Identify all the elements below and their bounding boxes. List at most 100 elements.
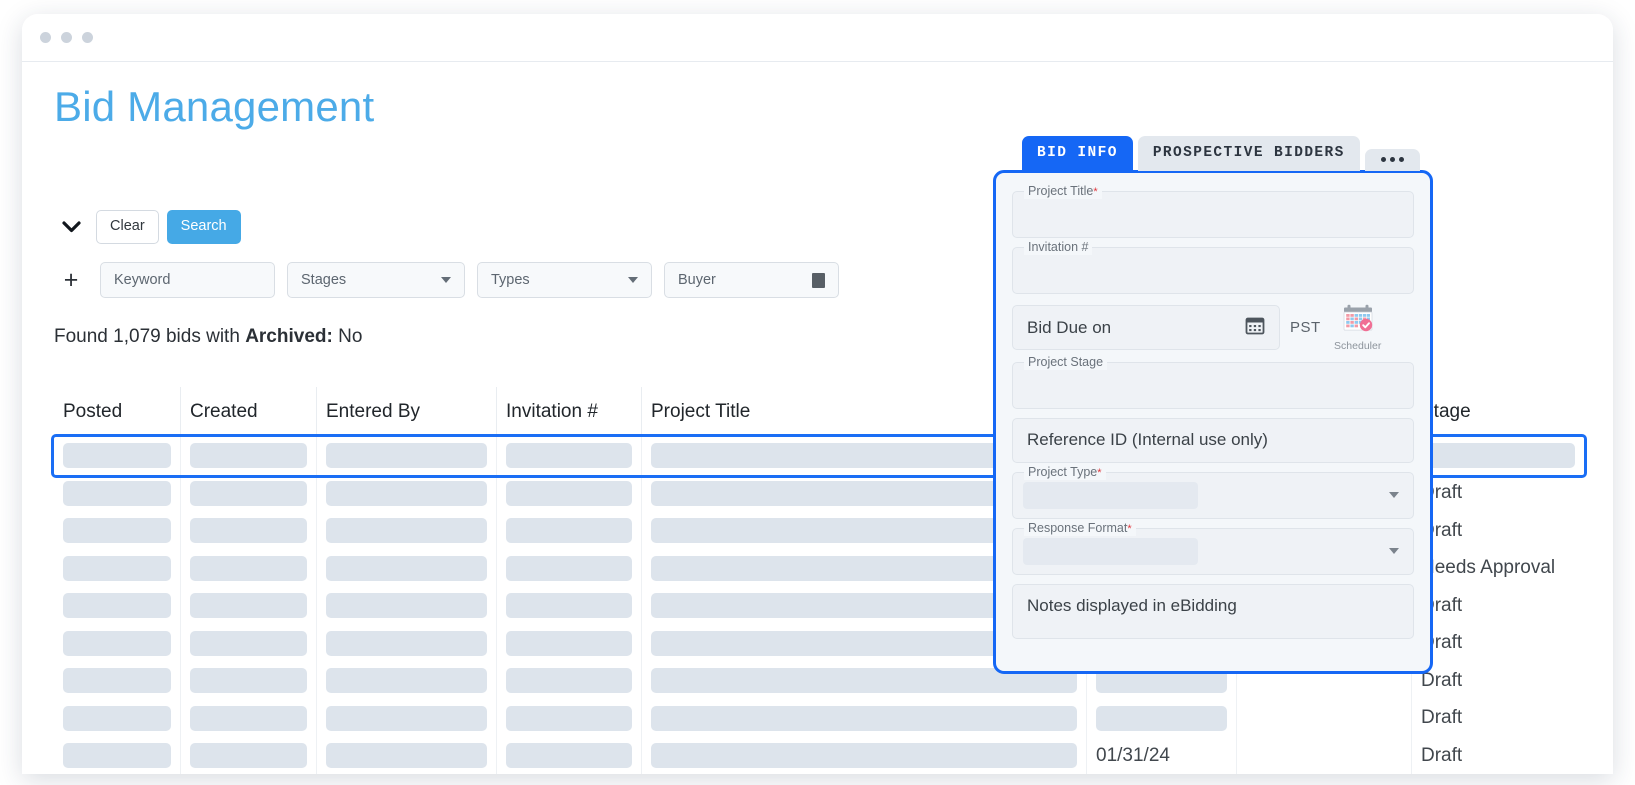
table-cell bbox=[496, 437, 641, 475]
loading-skeleton bbox=[1023, 537, 1198, 565]
column-header-stage[interactable]: Stage bbox=[1411, 387, 1584, 436]
ellipsis-icon bbox=[1398, 157, 1404, 163]
maximize-dot[interactable] bbox=[82, 32, 93, 43]
bid-info-form: Project Title* Invitation # Bid Due on P… bbox=[993, 170, 1433, 675]
table-cell: Draft bbox=[1411, 662, 1584, 700]
results-summary-prefix: Found 1,079 bids with bbox=[54, 326, 246, 347]
minimize-dot[interactable] bbox=[61, 32, 72, 43]
table-row[interactable]: 01/31/24 Draft bbox=[54, 737, 1584, 774]
chevron-down-icon[interactable] bbox=[54, 210, 88, 244]
loading-skeleton bbox=[190, 668, 307, 694]
table-cell bbox=[1411, 437, 1584, 475]
column-header-posted[interactable]: Posted bbox=[54, 387, 180, 436]
stages-select[interactable]: Stages bbox=[287, 262, 465, 298]
keyword-input[interactable]: Keyword bbox=[100, 262, 275, 298]
response-format-label: Response Format* bbox=[1024, 520, 1136, 536]
loading-skeleton bbox=[1246, 706, 1402, 731]
loading-skeleton bbox=[326, 443, 487, 469]
tab-more-button[interactable] bbox=[1364, 149, 1420, 172]
table-cell bbox=[54, 550, 180, 588]
table-cell bbox=[180, 587, 316, 625]
table-cell bbox=[496, 737, 641, 774]
browser-window: Bid Management Clear Search + Keyword St… bbox=[22, 14, 1613, 774]
ellipsis-icon bbox=[1380, 157, 1386, 163]
tab-bid-info[interactable]: BID INFO bbox=[1022, 136, 1133, 172]
close-dot[interactable] bbox=[40, 32, 51, 43]
reference-id-field[interactable]: Reference ID (Internal use only) bbox=[1012, 417, 1414, 463]
project-stage-label: Project Stage bbox=[1024, 354, 1108, 370]
loading-skeleton bbox=[506, 593, 632, 619]
loading-skeleton bbox=[651, 705, 1077, 731]
table-cell bbox=[1086, 699, 1236, 737]
calendar-icon[interactable] bbox=[1245, 315, 1265, 340]
loading-skeleton bbox=[506, 518, 632, 544]
loading-skeleton bbox=[326, 743, 487, 769]
loading-skeleton bbox=[506, 480, 632, 506]
buyer-label: Buyer bbox=[678, 272, 716, 288]
table-row[interactable]: Draft bbox=[54, 699, 1584, 737]
project-type-label: Project Type* bbox=[1024, 464, 1106, 480]
chevron-down-icon bbox=[441, 277, 451, 283]
table-cell bbox=[316, 699, 496, 737]
invitation-number-field[interactable]: Invitation # bbox=[1012, 240, 1414, 295]
clear-button[interactable]: Clear bbox=[96, 210, 159, 244]
loading-skeleton bbox=[190, 443, 307, 469]
loading-skeleton bbox=[326, 593, 487, 619]
loading-skeleton bbox=[506, 555, 632, 581]
table-cell bbox=[180, 737, 316, 774]
search-button[interactable]: Search bbox=[166, 210, 241, 244]
required-marker: * bbox=[1093, 186, 1098, 199]
chevron-down-icon bbox=[1389, 548, 1399, 555]
table-cell bbox=[180, 549, 316, 587]
column-header-invitation[interactable]: Invitation # bbox=[496, 387, 641, 436]
table-cell: Draft bbox=[1411, 587, 1584, 625]
panel-tabs: BID INFO PROSPECTIVE BIDDERS bbox=[1022, 136, 1433, 172]
loading-skeleton bbox=[1096, 705, 1227, 731]
table-cell bbox=[316, 737, 496, 774]
scheduler-calendar-icon bbox=[1340, 303, 1376, 340]
ebidding-notes-field[interactable]: Notes displayed in eBidding bbox=[1012, 583, 1414, 639]
types-select[interactable]: Types bbox=[477, 262, 652, 298]
loading-skeleton bbox=[63, 668, 171, 694]
table-cell bbox=[54, 512, 180, 550]
types-label: Types bbox=[491, 272, 530, 288]
loading-skeleton bbox=[190, 593, 307, 619]
table-cell: Draft bbox=[1411, 474, 1584, 512]
table-cell bbox=[496, 474, 641, 512]
table-cell bbox=[496, 549, 641, 587]
table-cell bbox=[180, 474, 316, 512]
invitation-number-label: Invitation # bbox=[1024, 240, 1093, 256]
loading-skeleton bbox=[63, 705, 171, 731]
response-format-select[interactable]: Response Format* bbox=[1012, 520, 1414, 575]
scheduler-button[interactable]: Scheduler bbox=[1331, 303, 1385, 353]
loading-skeleton bbox=[63, 593, 171, 619]
column-header-entered-by[interactable]: Entered By bbox=[316, 387, 496, 436]
tab-prospective-bidders[interactable]: PROSPECTIVE BIDDERS bbox=[1137, 136, 1360, 172]
plus-icon[interactable]: + bbox=[54, 263, 88, 297]
column-header-created[interactable]: Created bbox=[180, 387, 316, 436]
table-cell bbox=[180, 662, 316, 700]
search-toolbar: Clear Search bbox=[54, 210, 241, 244]
table-cell bbox=[54, 737, 180, 774]
loading-skeleton bbox=[63, 518, 171, 544]
bid-due-on-field[interactable]: Bid Due on bbox=[1012, 305, 1280, 351]
loading-skeleton bbox=[326, 705, 487, 731]
table-cell bbox=[316, 549, 496, 587]
table-cell: Draft bbox=[1411, 512, 1584, 550]
bid-due-row: Bid Due on PST Scheduler bbox=[1012, 303, 1414, 353]
bid-due-on-label: Bid Due on bbox=[1027, 317, 1112, 337]
table-cell bbox=[641, 699, 1086, 737]
table-cell bbox=[316, 587, 496, 625]
project-stage-field[interactable]: Project Stage bbox=[1012, 354, 1414, 409]
buyer-select[interactable]: Buyer bbox=[664, 262, 839, 298]
required-marker: * bbox=[1127, 522, 1132, 535]
project-title-field[interactable]: Project Title* bbox=[1012, 184, 1414, 239]
loading-skeleton bbox=[63, 443, 171, 469]
loading-skeleton bbox=[63, 555, 171, 581]
loading-skeleton bbox=[1246, 743, 1402, 768]
table-cell bbox=[180, 624, 316, 662]
table-cell bbox=[54, 587, 180, 625]
table-cell bbox=[180, 512, 316, 550]
project-type-select[interactable]: Project Type* bbox=[1012, 464, 1414, 519]
table-cell bbox=[316, 624, 496, 662]
